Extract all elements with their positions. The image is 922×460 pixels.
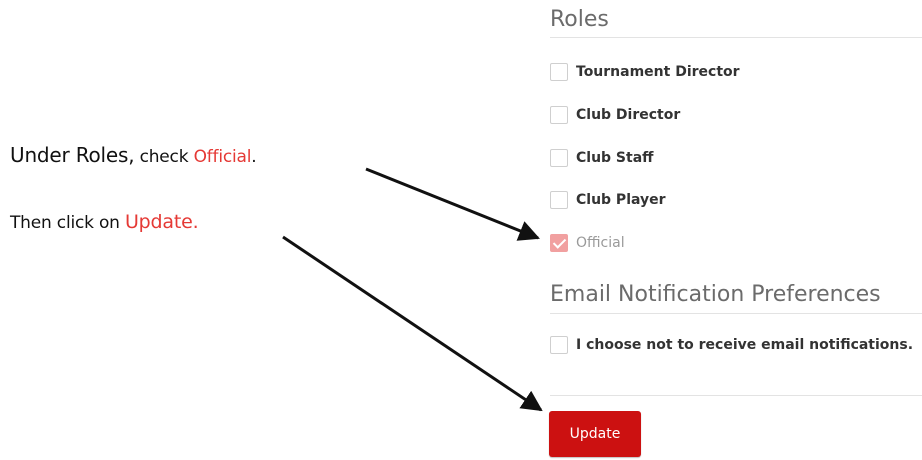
annotation-arrows <box>282 167 543 412</box>
arrow-to-official-icon <box>365 167 540 241</box>
arrow-to-update-icon <box>282 235 543 412</box>
